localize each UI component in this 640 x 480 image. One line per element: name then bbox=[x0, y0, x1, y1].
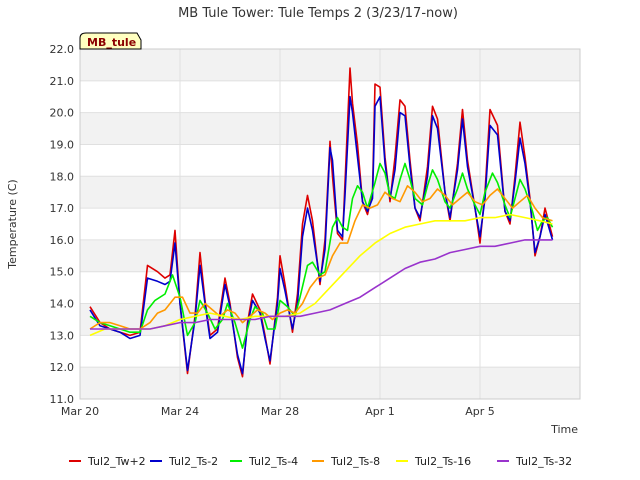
chart-svg: MB Tule Tower: Tule Temps 2 (3/23/17-now… bbox=[6, 6, 581, 468]
legend-label: Tul2_Ts-16 bbox=[414, 455, 471, 468]
legend-item: Tul2_Ts-4 bbox=[230, 455, 298, 468]
y-tick-label: 19.0 bbox=[50, 138, 75, 151]
x-axis-label: Time bbox=[550, 423, 578, 436]
legend-item: Tul2_Ts-2 bbox=[150, 455, 218, 468]
x-tick-label: Apr 1 bbox=[365, 405, 395, 418]
y-tick-label: 22.0 bbox=[50, 43, 75, 56]
legend-item: Tul2_Ts-16 bbox=[396, 455, 471, 468]
background-band bbox=[80, 49, 580, 81]
x-tick-label: Mar 28 bbox=[261, 405, 299, 418]
legend-label: Tul2_Ts-8 bbox=[330, 455, 380, 468]
y-tick-label: 17.0 bbox=[50, 202, 75, 215]
badge-label: MB_tule bbox=[87, 36, 136, 49]
x-tick-label: Mar 20 bbox=[61, 405, 99, 418]
y-tick-label: 18.0 bbox=[50, 170, 75, 183]
legend-label: Tul2_Ts-2 bbox=[168, 455, 218, 468]
y-tick-label: 20.0 bbox=[50, 107, 75, 120]
gridlines bbox=[79, 48, 580, 400]
y-tick-label: 14.0 bbox=[50, 298, 75, 311]
y-tick-label: 16.0 bbox=[50, 234, 75, 247]
legend-item: Tul2_Ts-8 bbox=[312, 455, 380, 468]
x-tick-label: Apr 5 bbox=[465, 405, 495, 418]
legend-label: Tul2_Tw+2 bbox=[87, 455, 146, 468]
background-bands bbox=[80, 49, 580, 399]
y-tick-label: 13.0 bbox=[50, 329, 75, 342]
background-band bbox=[80, 367, 580, 399]
y-tick-label: 15.0 bbox=[50, 266, 75, 279]
y-tick-label: 21.0 bbox=[50, 75, 75, 88]
legend-item: Tul2_Ts-32 bbox=[497, 455, 572, 468]
chart-title: MB Tule Tower: Tule Temps 2 (3/23/17-now… bbox=[178, 6, 458, 21]
y-tick-label: 12.0 bbox=[50, 361, 75, 374]
y-axis-ticks: 11.012.013.014.015.016.017.018.019.020.0… bbox=[50, 43, 75, 406]
plot-area-border bbox=[79, 48, 581, 400]
background-band bbox=[80, 112, 580, 145]
y-axis-label: Temperature (C) bbox=[6, 179, 19, 269]
x-axis-ticks: Mar 20 Mar 24 Mar 28 Apr 1 Apr 5 bbox=[61, 405, 495, 418]
legend: Tul2_Tw+2 Tul2_Ts-2 Tul2_Ts-4 Tul2_Ts-8 Tul2… bbox=[69, 455, 572, 468]
legend-label: Tul2_Ts-4 bbox=[248, 455, 298, 468]
background-band bbox=[80, 303, 580, 336]
legend-label: Tul2_Ts-32 bbox=[515, 455, 572, 468]
x-tick-label: Mar 24 bbox=[161, 405, 199, 418]
legend-item: Tul2_Tw+2 bbox=[69, 455, 146, 468]
site-badge: MB_tule bbox=[79, 32, 142, 50]
